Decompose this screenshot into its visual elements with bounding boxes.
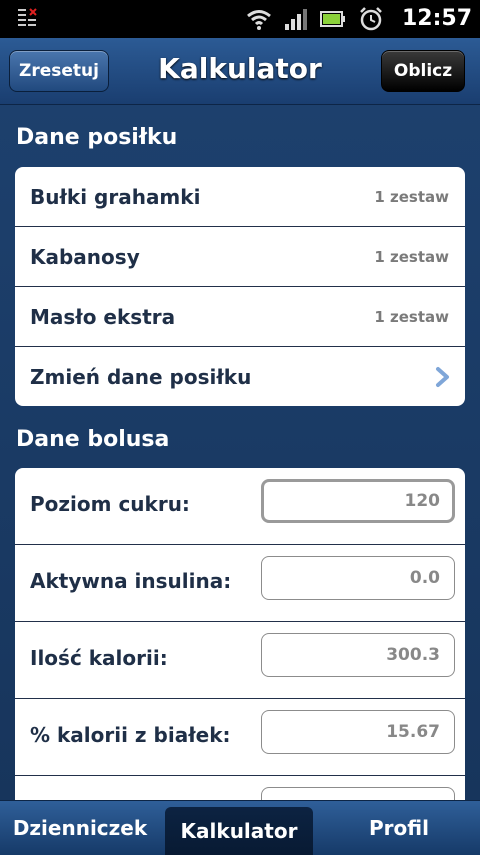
next-field-input[interactable] (261, 787, 455, 800)
meal-item[interactable]: Kabanosy 1 zestaw (15, 227, 465, 287)
protein-calories-label: % kalorii z białek: (30, 723, 231, 747)
bolus-field-row-partial (15, 776, 465, 800)
bottom-tab-bar: Dzienniczek Kalkulator Profil (0, 800, 480, 855)
active-insulin-label: Aktywna insulina: (30, 569, 232, 593)
protein-calories-input[interactable]: 15.67 (261, 710, 455, 754)
meal-item-name: Kabanosy (30, 244, 140, 269)
meal-item[interactable]: Bułki grahamki 1 zestaw (15, 167, 465, 227)
meal-item-name: Masło ekstra (30, 304, 176, 329)
meal-item-quantity: 1 zestaw (374, 187, 449, 206)
bolus-card: Poziom cukru: 120 Aktywna insulina: 0.0 … (15, 468, 465, 800)
title-bar: Zresetuj Kalkulator Oblicz (0, 38, 480, 105)
change-meal-row[interactable]: Zmień dane posiłku (15, 347, 465, 406)
bolus-field-row: Ilość kalorii: 300.3 (15, 622, 465, 699)
alarm-icon (360, 7, 382, 31)
battery-icon (320, 11, 345, 27)
change-meal-label: Zmień dane posiłku (30, 364, 252, 389)
content-area[interactable]: Dane posiłku Bułki grahamki 1 zestaw Kab… (0, 105, 480, 800)
chevron-right-icon (436, 367, 449, 387)
calories-label: Ilość kalorii: (30, 646, 168, 670)
calculate-button[interactable]: Oblicz (381, 50, 465, 92)
meal-item-quantity: 1 zestaw (374, 247, 449, 266)
tab-calculator[interactable]: Kalkulator (165, 807, 313, 855)
sugar-level-label: Poziom cukru: (30, 492, 190, 516)
calories-input[interactable]: 300.3 (261, 633, 455, 677)
bolus-field-row: % kalorii z białek: 15.67 (15, 699, 465, 776)
tab-diary[interactable]: Dzienniczek (0, 801, 160, 855)
bolus-section-title: Dane bolusa (16, 427, 170, 452)
tab-profile[interactable]: Profil (318, 801, 480, 855)
meal-item-quantity: 1 zestaw (374, 307, 449, 326)
bolus-field-row: Poziom cukru: 120 (15, 468, 465, 545)
signal-icon (285, 9, 307, 30)
notification-icon (18, 8, 37, 26)
meal-card: Bułki grahamki 1 zestaw Kabanosy 1 zesta… (15, 167, 465, 406)
sugar-level-input[interactable]: 120 (261, 479, 455, 523)
meal-item-name: Bułki grahamki (30, 184, 201, 209)
active-insulin-input[interactable]: 0.0 (261, 556, 455, 600)
bolus-field-row: Aktywna insulina: 0.0 (15, 545, 465, 622)
meal-item[interactable]: Masło ekstra 1 zestaw (15, 287, 465, 347)
meal-section-title: Dane posiłku (16, 125, 178, 150)
status-bar: 12:57 (0, 0, 480, 38)
clock-time: 12:57 (401, 6, 472, 31)
wifi-icon (247, 10, 271, 30)
